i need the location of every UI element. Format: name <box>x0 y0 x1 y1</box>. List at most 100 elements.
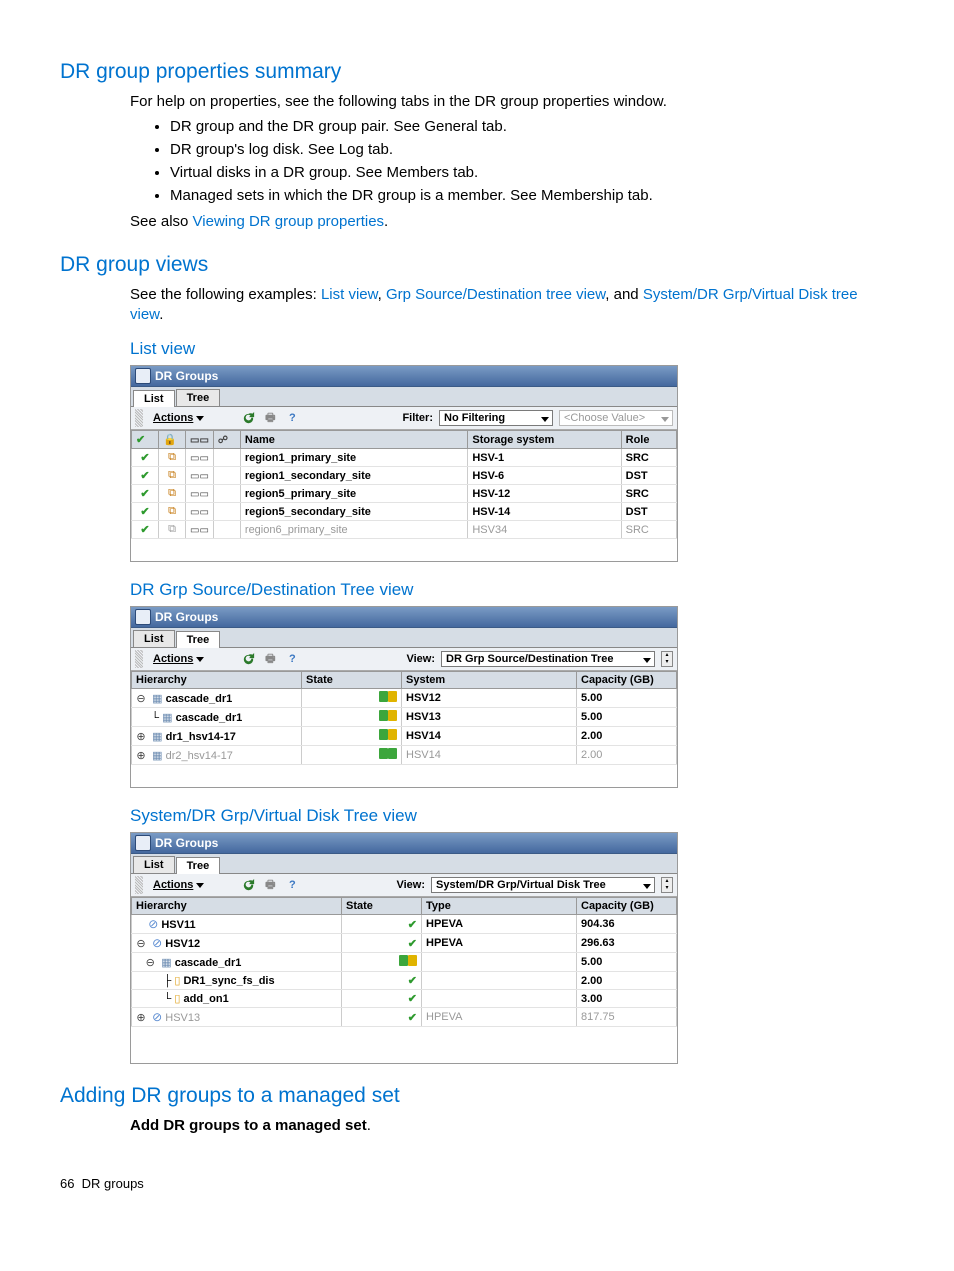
check-icon: ✔ <box>408 919 417 931</box>
refresh-icon[interactable] <box>240 651 256 667</box>
help-icon[interactable]: ? <box>284 877 300 893</box>
col-state[interactable]: State <box>342 898 422 915</box>
tree-table: Hierarchy State System Capacity (GB) ⊖ ▦… <box>131 671 677 765</box>
col-pair[interactable]: ▭▭ <box>186 431 214 449</box>
toolbar-handle[interactable] <box>135 409 143 427</box>
tab-tree[interactable]: Tree <box>176 631 221 648</box>
tree-row[interactable]: ⊘ HSV11✔HPEVA904.36 <box>132 915 677 934</box>
refresh-icon[interactable] <box>240 410 256 426</box>
views-intro: See the following examples: List view, G… <box>130 285 894 326</box>
filter-label: Filter: <box>402 412 433 424</box>
tab-tree[interactable]: Tree <box>176 389 221 406</box>
tab-list[interactable]: List <box>133 390 175 407</box>
link-list-view[interactable]: List view <box>321 286 378 303</box>
section-name: DR groups <box>82 1176 144 1191</box>
tree-row[interactable]: └ ▦ cascade_dr1HSV135.00 <box>132 708 677 727</box>
heading-sysvd-view: System/DR Grp/Virtual Disk Tree view <box>130 806 894 826</box>
tree-row[interactable]: ⊖ ▦ cascade_dr1HSV125.00 <box>132 689 677 708</box>
col-hierarchy[interactable]: Hierarchy <box>132 672 302 689</box>
refresh-icon[interactable] <box>240 877 256 893</box>
choose-value-dropdown[interactable]: <Choose Value> <box>559 410 673 426</box>
tabrow: List Tree <box>131 854 677 874</box>
system-icon: ⊘ <box>152 936 162 950</box>
print-icon[interactable]: 🖶 <box>262 410 278 426</box>
help-icon[interactable]: ? <box>284 651 300 667</box>
expand-toggle[interactable]: ⊖ <box>145 956 155 969</box>
table-row[interactable]: ✔⧉▭▭region1_secondary_siteHSV-6DST <box>132 467 677 485</box>
col-lock[interactable]: 🔒 <box>159 431 186 449</box>
col-name[interactable]: Name <box>240 431 467 449</box>
spinner[interactable]: ▴▾ <box>661 651 673 667</box>
actions-menu[interactable]: Actions <box>149 412 208 424</box>
tree-row[interactable]: ⊖ ⊘ HSV12✔HPEVA296.63 <box>132 934 677 953</box>
tab-list[interactable]: List <box>133 856 175 873</box>
tree-row[interactable]: └ ▯ add_on1✔3.00 <box>132 990 677 1008</box>
tabrow: List Tree <box>131 387 677 407</box>
window-titlebar: DR Groups <box>131 607 677 628</box>
state-icon <box>379 729 397 740</box>
expand-toggle[interactable]: ⊖ <box>136 937 146 950</box>
tab-list[interactable]: List <box>133 630 175 647</box>
page-number: 66 <box>60 1176 74 1191</box>
tree-row[interactable]: ⊖ ▦ cascade_dr15.00 <box>132 953 677 972</box>
col-storage[interactable]: Storage system <box>468 431 621 449</box>
system-icon: ⊘ <box>148 917 158 931</box>
spinner[interactable]: ▴▾ <box>661 877 673 893</box>
summary-intro: For help on properties, see the followin… <box>130 92 894 112</box>
col-link[interactable]: ☍ <box>213 431 240 449</box>
drgroup-icon: ▦ <box>152 693 162 705</box>
help-icon[interactable]: ? <box>284 410 300 426</box>
see-also: See also Viewing DR group properties. <box>130 212 894 232</box>
col-status[interactable]: ✔ <box>132 431 159 449</box>
drgroup-icon: ▦ <box>152 731 162 743</box>
screenshot-list-view: DR Groups List Tree Actions 🖶 ? Filter: … <box>130 365 678 562</box>
tree-row[interactable]: ⊕ ▦ dr2_hsv14-17HSV142.00 <box>132 746 677 765</box>
check-icon: ✔ <box>408 975 417 987</box>
heading-summary: DR group properties summary <box>60 60 894 84</box>
link-srcdest-view[interactable]: Grp Source/Destination tree view <box>386 286 605 303</box>
heading-srcdest-view: DR Grp Source/Destination Tree view <box>130 580 894 600</box>
heading-list-view: List view <box>130 339 894 359</box>
toolbar: Actions 🖶 ? View: DR Grp Source/Destinat… <box>131 648 677 671</box>
print-icon[interactable]: 🖶 <box>262 651 278 667</box>
toolbar-handle[interactable] <box>135 876 143 894</box>
expand-toggle[interactable]: ⊕ <box>136 730 146 743</box>
page-footer: 66 DR groups <box>60 1176 894 1191</box>
table-row[interactable]: ✔⧉▭▭region5_secondary_siteHSV-14DST <box>132 503 677 521</box>
toolbar: Actions 🖶 ? View: System/DR Grp/Virtual … <box>131 874 677 897</box>
heading-views: DR group views <box>60 253 894 277</box>
expand-toggle[interactable]: ⊖ <box>136 692 146 705</box>
tree-row[interactable]: ⊕ ⊘ HSV13✔HPEVA817.75 <box>132 1008 677 1027</box>
list-item: Virtual disks in a DR group. See Members… <box>170 164 894 181</box>
window-icon <box>135 609 151 625</box>
table-row[interactable]: ✔⧉▭▭region1_primary_siteHSV-1SRC <box>132 449 677 467</box>
print-icon[interactable]: 🖶 <box>262 877 278 893</box>
adding-body: Add DR groups to a managed set. <box>130 1116 894 1136</box>
filter-dropdown[interactable]: No Filtering <box>439 410 553 426</box>
col-system[interactable]: System <box>402 672 577 689</box>
window-titlebar: DR Groups <box>131 366 677 387</box>
col-role[interactable]: Role <box>621 431 676 449</box>
drgroup-icon: ▦ <box>161 957 171 969</box>
col-type[interactable]: Type <box>422 898 577 915</box>
col-hierarchy[interactable]: Hierarchy <box>132 898 342 915</box>
summary-list: DR group and the DR group pair. See Gene… <box>150 118 894 204</box>
state-icon <box>379 691 397 702</box>
table-row[interactable]: ✔⧉▭▭region5_primary_siteHSV-12SRC <box>132 485 677 503</box>
view-dropdown[interactable]: DR Grp Source/Destination Tree <box>441 651 655 667</box>
tree-row[interactable]: ├ ▯ DR1_sync_fs_dis✔2.00 <box>132 972 677 990</box>
screenshot-srcdest-tree: DR Groups List Tree Actions 🖶 ? View: DR… <box>130 606 678 788</box>
col-capacity[interactable]: Capacity (GB) <box>577 898 677 915</box>
view-dropdown[interactable]: System/DR Grp/Virtual Disk Tree <box>431 877 655 893</box>
actions-menu[interactable]: Actions <box>149 879 208 891</box>
toolbar-handle[interactable] <box>135 650 143 668</box>
col-state[interactable]: State <box>302 672 402 689</box>
tree-row[interactable]: ⊕ ▦ dr1_hsv14-17HSV142.00 <box>132 727 677 746</box>
drgroup-icon: ▦ <box>162 712 172 724</box>
link-viewing-properties[interactable]: Viewing DR group properties <box>193 213 385 230</box>
col-capacity[interactable]: Capacity (GB) <box>577 672 677 689</box>
table-row[interactable]: ✔⧉▭▭region6_primary_siteHSV34SRC <box>132 521 677 539</box>
tab-tree[interactable]: Tree <box>176 857 221 874</box>
actions-menu[interactable]: Actions <box>149 653 208 665</box>
view-label: View: <box>396 879 425 891</box>
